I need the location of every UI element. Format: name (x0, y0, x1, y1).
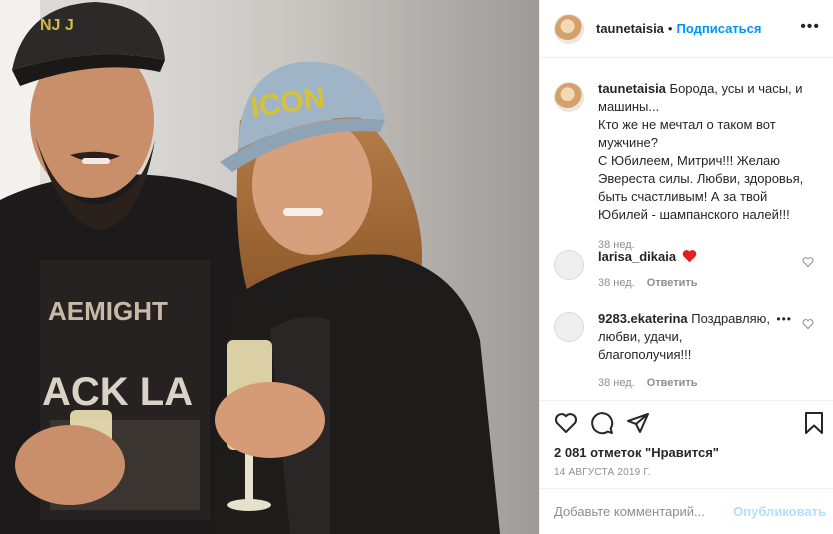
comment-username[interactable]: 9283.ekaterina (598, 311, 688, 326)
comment-more-icon[interactable]: ••• (776, 312, 792, 326)
comment-item: larisa_dikaia 38 нед. Ответить (554, 248, 833, 310)
reply-button[interactable]: Ответить (647, 374, 698, 392)
post-sidebar: taunetaisia • Подписаться ••• taunetaisi… (539, 0, 833, 534)
caption: taunetaisia Борода, усы и часы, и машины… (554, 80, 833, 251)
comment-item: 9283.ekaterina Поздравляю, любви, удачи,… (554, 310, 833, 389)
caption-text: Борода, усы и часы, и машины... Кто же н… (598, 81, 804, 222)
share-icon[interactable] (626, 411, 650, 435)
photo-illustration: AEMIGHT ACK LA NJ J ICON (0, 0, 539, 534)
post-header: taunetaisia • Подписаться ••• (540, 0, 833, 58)
svg-text:AEMIGHT: AEMIGHT (48, 296, 168, 326)
add-comment-bar: Добавьте комментарий... Опубликовать (540, 488, 833, 534)
post-photo[interactable]: AEMIGHT ACK LA NJ J ICON (0, 0, 539, 534)
heart-icon[interactable] (554, 411, 578, 435)
likes-count[interactable]: 2 081 отметок "Нравится" (554, 445, 719, 460)
post-actions: 2 081 отметок "Нравится" 14 АВГУСТА 2019… (540, 400, 833, 488)
like-comment-heart-icon[interactable] (802, 256, 814, 268)
comment-avatar[interactable] (554, 250, 584, 280)
author-avatar[interactable] (554, 13, 584, 44)
publish-button[interactable]: Опубликовать (733, 504, 826, 519)
like-comment-heart-icon[interactable] (802, 318, 814, 330)
follow-button[interactable]: Подписаться (676, 21, 761, 36)
comment-input[interactable]: Добавьте комментарий... (554, 504, 733, 519)
caption-username[interactable]: taunetaisia (598, 81, 666, 96)
post-date[interactable]: 14 АВГУСТА 2019 Г. (554, 467, 651, 478)
comments-list[interactable]: taunetaisia Борода, усы и часы, и машины… (540, 58, 833, 400)
bookmark-icon[interactable] (802, 411, 826, 435)
svg-text:ACK LA: ACK LA (42, 370, 193, 414)
red-heart-emoji-icon (682, 250, 696, 263)
instagram-post: AEMIGHT ACK LA NJ J ICON taunetaisia • П… (0, 0, 833, 534)
author-username[interactable]: taunetaisia (596, 21, 664, 36)
caption-avatar[interactable] (554, 82, 584, 112)
comment-time[interactable]: 38 нед. (598, 274, 635, 292)
comment-time[interactable]: 38 нед. (598, 374, 635, 392)
more-icon[interactable]: ••• (800, 19, 820, 35)
comment-avatar[interactable] (554, 312, 584, 342)
reply-button[interactable]: Ответить (647, 274, 698, 292)
svg-text:NJ J: NJ J (40, 17, 74, 34)
header-separator: • (667, 21, 673, 36)
comment-username[interactable]: larisa_dikaia (598, 249, 676, 264)
comment-icon[interactable] (590, 411, 614, 435)
